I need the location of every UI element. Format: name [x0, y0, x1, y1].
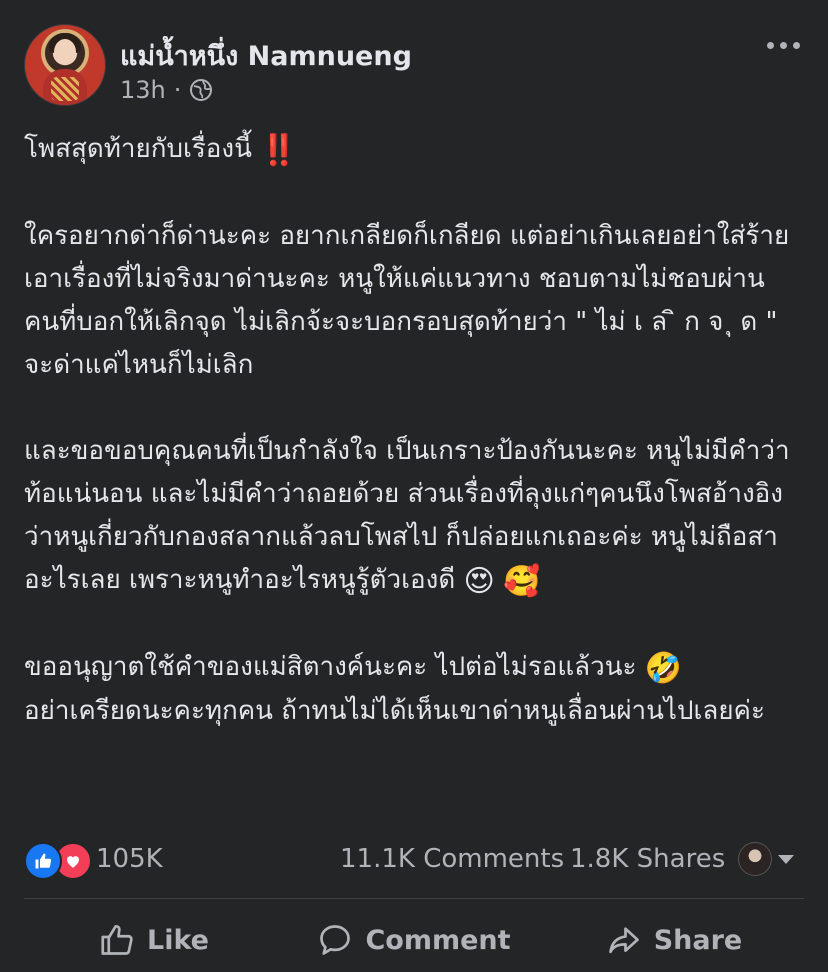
post-meta: 13h · [120, 76, 213, 104]
more-icon [767, 42, 774, 49]
author-name[interactable]: แม่น้ำหนึ่ง Namnueng [120, 34, 412, 77]
shares-count[interactable]: 1.8K Shares [570, 844, 725, 874]
smiling-hearts-emoji: 🥰 [503, 564, 541, 599]
post-header: แม่น้ำหนึ่ง Namnueng 13h · [24, 24, 804, 108]
post-content: โพสสุดท้ายกับเรื่องนี้ ‼️ ใครอยากด่าก็ด่… [24, 128, 804, 733]
post-stats: 105K 11.1K Comments 1.8K Shares [24, 838, 804, 882]
post-paragraph-4: ขออนุญาตใช้คำของแม่สิตางค์นะคะ ไปต่อไม่ร… [24, 651, 765, 726]
share-label: Share [653, 924, 743, 956]
thumbs-up-icon [101, 924, 133, 955]
chevron-down-icon [778, 854, 794, 864]
post-paragraph-1: โพสสุดท้ายกับเรื่องนี้ ‼️ [24, 133, 298, 168]
comment-label: Comment [365, 924, 511, 956]
more-options-button[interactable] [763, 38, 804, 53]
comment-icon [320, 925, 351, 955]
post-actions: Like Comment Share [24, 912, 804, 968]
post-paragraph-3: และขอขอบคุณคนที่เป็นกำลังใจ เป็นเกราะป้อ… [24, 436, 790, 599]
comments-count[interactable]: 11.1K Comments [340, 844, 564, 874]
viewer-avatar [738, 842, 772, 876]
author-avatar[interactable] [24, 24, 106, 106]
heart-eyes-emoji: 😍 [463, 564, 495, 599]
reaction-count[interactable]: 105K [96, 844, 163, 874]
like-button[interactable]: Like [24, 912, 284, 968]
comment-button[interactable]: Comment [284, 912, 544, 968]
post-paragraph-2: ใครอยากด่าก็ด่านะคะ อยากเกลียดก็เกลียด แ… [24, 221, 790, 380]
globe-icon [190, 79, 213, 101]
like-label: Like [146, 924, 209, 956]
reactions-summary[interactable] [24, 842, 92, 880]
meta-separator: · [173, 76, 182, 104]
double-exclamation-emoji: ‼️ [260, 133, 298, 168]
react-as-selector[interactable] [738, 842, 794, 876]
post-time[interactable]: 13h [120, 76, 166, 104]
share-button[interactable]: Share [544, 912, 804, 968]
rolling-laughing-emoji: 🤣 [644, 651, 683, 686]
divider [24, 898, 804, 899]
share-icon [608, 927, 639, 954]
like-reaction-icon [24, 842, 62, 880]
